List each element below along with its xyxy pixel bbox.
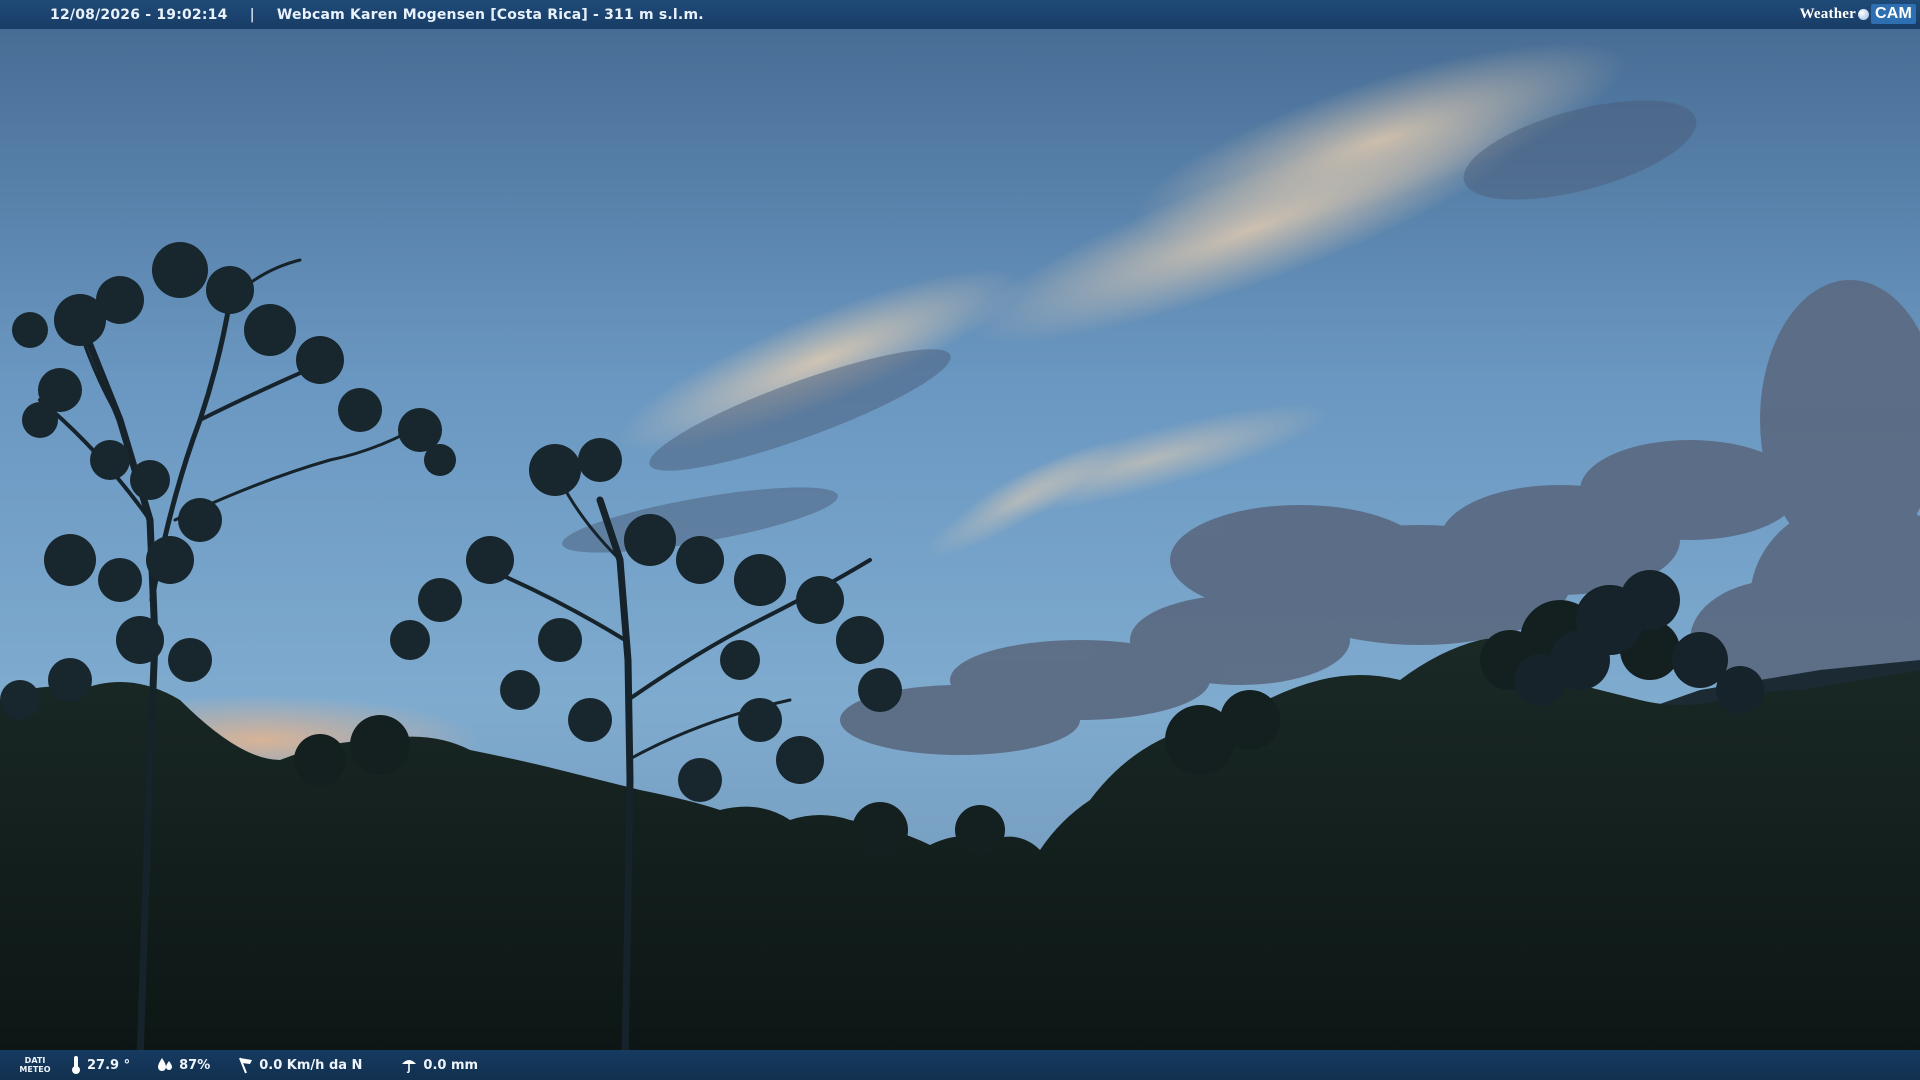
dati-meteo-label: DATI METEO bbox=[0, 1056, 70, 1074]
timestamp: 12/08/2026 - 19:02:14 bbox=[50, 6, 228, 23]
wind-reading: 0.0 Km/h da N bbox=[236, 1056, 362, 1074]
temperature-value: 27.9 ° bbox=[87, 1057, 131, 1073]
dati-label-line1: DATI bbox=[24, 1056, 46, 1065]
dati-label-line2: METEO bbox=[19, 1065, 51, 1074]
brand-cam-text: CAM bbox=[1870, 4, 1916, 24]
header-separator: | bbox=[249, 6, 255, 23]
globe-icon bbox=[1857, 8, 1869, 20]
temperature-reading: 27.9 ° bbox=[70, 1055, 130, 1075]
humidity-drops-icon bbox=[158, 1058, 173, 1071]
umbrella-rain-icon bbox=[402, 1060, 417, 1074]
wind-value: 0.0 Km/h da N bbox=[259, 1057, 363, 1073]
rain-value: 0.0 mm bbox=[423, 1057, 479, 1073]
wind-flag-icon bbox=[239, 1057, 253, 1074]
top-info-bar: 12/08/2026 - 19:02:14 | Webcam Karen Mog… bbox=[0, 0, 1920, 29]
thermometer-icon bbox=[72, 1056, 80, 1074]
humidity-value: 87% bbox=[179, 1057, 211, 1073]
webcam-scene bbox=[0, 0, 1920, 1080]
weathercam-logo[interactable]: Weather CAM bbox=[1800, 3, 1916, 25]
webcam-title: Webcam Karen Mogensen [Costa Rica] - 311… bbox=[276, 6, 704, 23]
humidity-reading: 87% bbox=[156, 1056, 210, 1074]
weather-data-bar: DATI METEO 27.9 ° 87% 0.0 Km/h da N 0.0 … bbox=[0, 1050, 1920, 1080]
rain-reading: 0.0 mm bbox=[400, 1056, 478, 1074]
brand-weather-text: Weather bbox=[1799, 5, 1856, 22]
